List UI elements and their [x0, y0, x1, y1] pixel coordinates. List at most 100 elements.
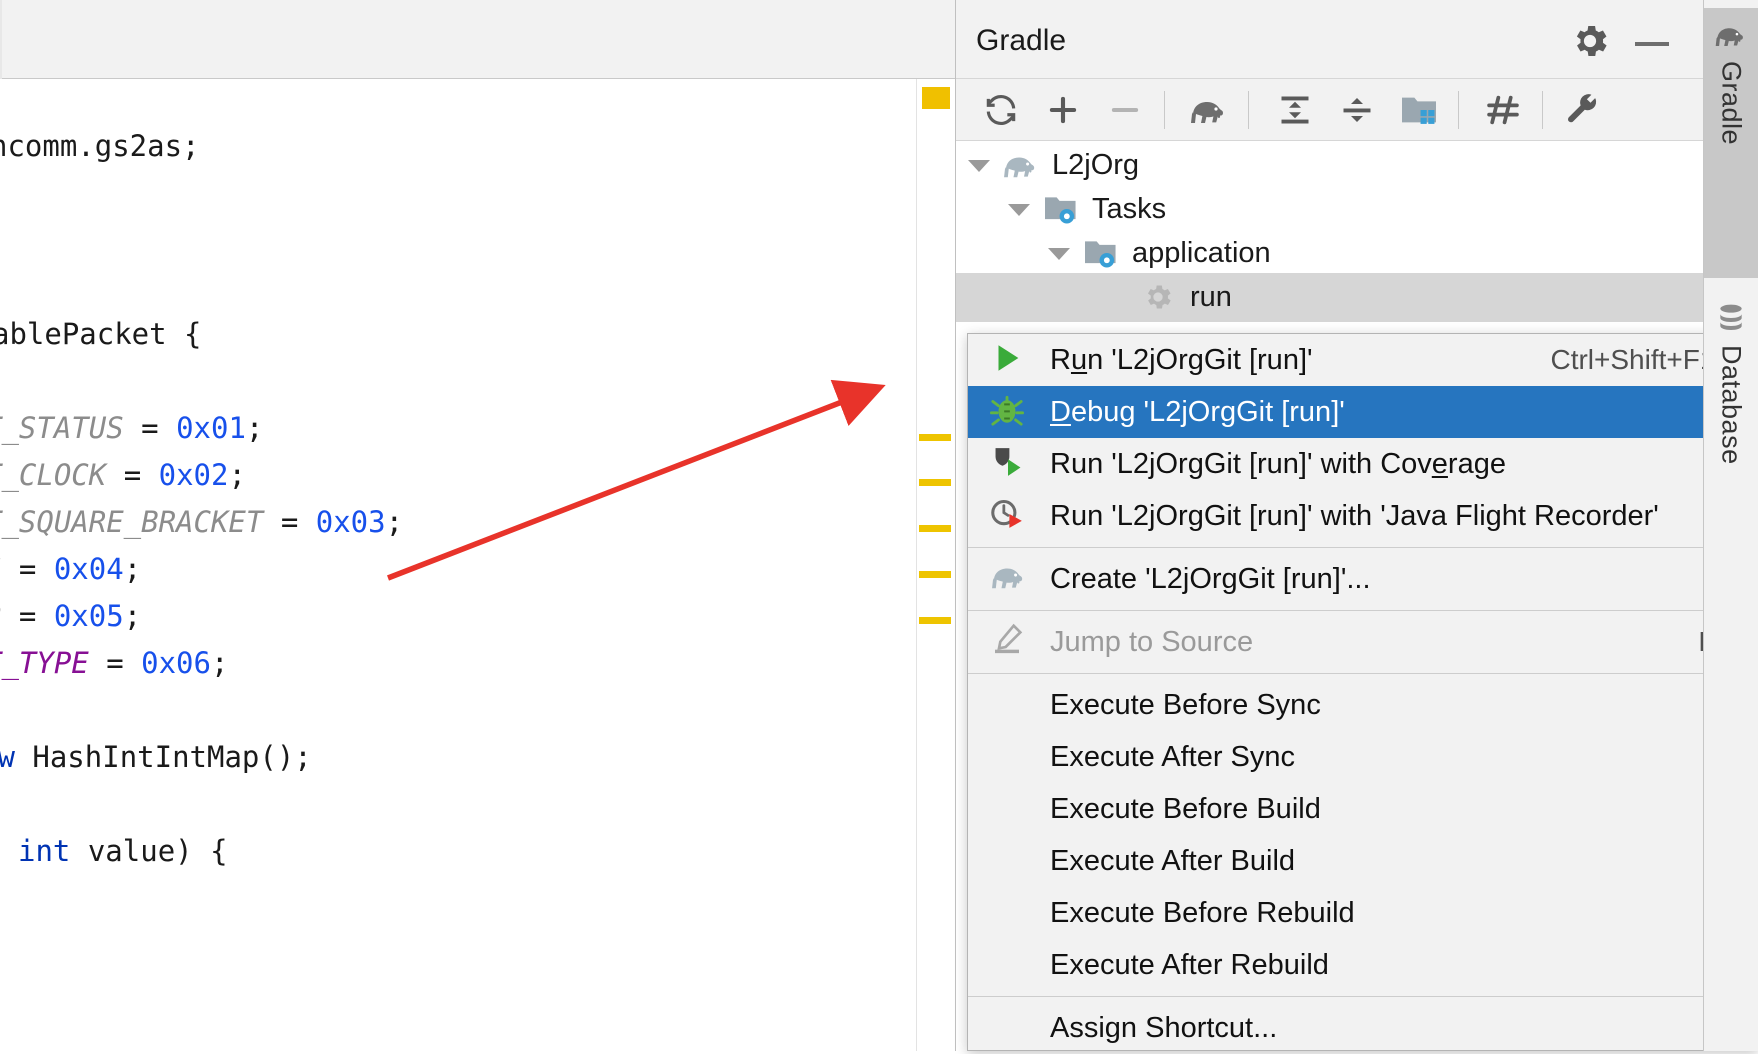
code-token: 0x04 — [53, 552, 124, 586]
menu-item-execute-after-rebuild[interactable]: Execute After Rebuild — [968, 939, 1757, 991]
elephant-icon — [1714, 8, 1748, 55]
menu-item-assign-shortcut[interactable]: Assign Shortcut... — [968, 1002, 1757, 1054]
code-text-area[interactable]: ncomm.gs2as; ablePacket {T_STATUS = 0x01;… — [0, 79, 916, 1051]
gear-task-icon — [1140, 281, 1178, 315]
code-token: ; — [123, 552, 142, 586]
menu-item-label: Execute Before Rebuild — [1050, 896, 1355, 929]
menu-item-label: Jump to Source — [1050, 625, 1254, 658]
menu-separator — [968, 610, 1757, 611]
menu-item-execute-after-build[interactable]: Execute After Build — [968, 835, 1757, 887]
code-editor-pane: ncomm.gs2as; ablePacket {T_STATUS = 0x01;… — [0, 0, 955, 1051]
chevron-down-icon[interactable] — [966, 153, 992, 179]
code-token: ; — [245, 411, 264, 445]
menu-separator — [968, 547, 1757, 548]
rail-tab-gradle[interactable]: Gradle — [1704, 8, 1758, 278]
tree-node-run[interactable]: run — [956, 273, 1703, 322]
collapse-all-icon[interactable] — [1334, 87, 1380, 133]
code-token: ; — [210, 646, 229, 680]
warning-stripe-marker[interactable] — [919, 571, 951, 578]
chevron-down-icon[interactable] — [1046, 241, 1072, 267]
flight-recorder-icon — [990, 497, 1034, 535]
folder-gear-icon — [1082, 237, 1120, 271]
editor-tab-edge — [0, 0, 2, 79]
code-token: = — [123, 458, 159, 492]
minus-icon[interactable] — [1102, 87, 1148, 133]
menu-item-label: Run 'L2jOrgGit [run]' — [1050, 343, 1313, 376]
code-token: R — [0, 599, 19, 633]
gear-icon[interactable] — [1569, 20, 1611, 62]
menu-item-run-l2jorggit-run-with-coverage[interactable]: Run 'L2jOrgGit [run]' with Coverage — [968, 438, 1757, 490]
no-icon — [990, 946, 1034, 984]
elephant-icon — [990, 560, 1034, 598]
tree-node-label: Tasks — [1092, 193, 1167, 225]
database-icon — [1715, 290, 1747, 339]
elephant-icon — [1002, 149, 1040, 183]
code-token: 0x03 — [315, 505, 386, 539]
tree-node-tasks[interactable]: Tasks — [956, 185, 1703, 234]
menu-item-execute-after-sync[interactable]: Execute After Sync — [968, 731, 1757, 783]
menu-item-label: Execute Before Sync — [1050, 688, 1321, 721]
expand-all-icon[interactable] — [1272, 87, 1318, 133]
code-token: int — [18, 834, 71, 868]
code-line: ew HashIntIntMap(); — [0, 734, 312, 781]
rail-tab-database[interactable]: Database — [1704, 290, 1758, 560]
code-token: HashIntIntMap(); — [32, 740, 312, 774]
code-token: ; — [228, 458, 246, 492]
menu-item-label: Execute After Rebuild — [1050, 948, 1329, 981]
minimize-icon[interactable] — [1631, 20, 1673, 62]
code-line: T_TYPE = 0x06; — [0, 640, 228, 687]
no-icon — [990, 894, 1034, 932]
code-token: T_TYPE — [0, 646, 89, 680]
code-token: = — [106, 646, 142, 680]
warning-stripe-marker[interactable] — [919, 479, 951, 486]
folder-grid-icon[interactable] — [1396, 87, 1442, 133]
menu-item-debug-l2jorggit-run[interactable]: Debug 'L2jOrgGit [run]' — [968, 386, 1757, 438]
code-token: = — [18, 599, 54, 633]
warning-stripe-marker[interactable] — [919, 434, 951, 441]
code-token: value) { — [70, 834, 228, 868]
tree-node-label: run — [1190, 281, 1232, 313]
menu-item-execute-before-build[interactable]: Execute Before Build — [968, 783, 1757, 835]
chevron-down-icon[interactable] — [1006, 197, 1032, 223]
elephant-icon[interactable] — [1186, 87, 1232, 133]
menu-item-execute-before-sync[interactable]: Execute Before Sync — [968, 679, 1757, 731]
menu-separator — [968, 673, 1757, 674]
tree-node-l2jorg[interactable]: L2jOrg — [956, 141, 1703, 190]
warning-stripe-marker[interactable] — [919, 617, 951, 624]
refresh-icon[interactable] — [978, 87, 1024, 133]
warning-stripe-marker[interactable] — [919, 525, 951, 532]
menu-item-label: Execute Before Build — [1050, 792, 1321, 825]
wrench-icon[interactable] — [1560, 87, 1606, 133]
gradle-title: Gradle — [976, 24, 1067, 57]
coverage-shield-icon — [990, 445, 1034, 483]
editor-marker-gutter[interactable] — [916, 79, 955, 1051]
plus-icon[interactable] — [1040, 87, 1086, 133]
menu-item-label: Debug 'L2jOrgGit [run]' — [1050, 395, 1345, 428]
toolbar-separator — [1542, 91, 1543, 129]
code-token: ncomm.gs2as; — [0, 129, 200, 163]
task-context-menu[interactable]: Run 'L2jOrgGit [run]' Ctrl+Shift+F10 Debug… — [967, 333, 1758, 1051]
gradle-toolbar — [956, 79, 1703, 141]
code-line: T_CLOCK = 0x02; — [0, 452, 246, 499]
warning-marker-square[interactable] — [922, 87, 950, 109]
tree-node-label: application — [1132, 237, 1271, 269]
menu-item-label: Execute After Sync — [1050, 740, 1296, 773]
no-icon — [990, 842, 1034, 880]
code-token: = — [141, 411, 177, 445]
rail-tab-label: Gradle — [1716, 61, 1747, 146]
offline-slash-icon[interactable] — [1480, 87, 1526, 133]
menu-item-create-l2jorggit-run[interactable]: Create 'L2jOrgGit [run]'... — [968, 553, 1757, 605]
menu-item-run-l2jorggit-run-with-java-flight-recorder[interactable]: Run 'L2jOrgGit [run]' with 'Java Flight … — [968, 490, 1757, 542]
toolbar-separator — [1248, 91, 1249, 129]
code-line: ncomm.gs2as; — [0, 123, 200, 170]
tree-node-application[interactable]: application — [956, 229, 1703, 278]
code-token: ew — [0, 740, 15, 774]
code-token: 0x05 — [53, 599, 124, 633]
code-token: S — [0, 552, 19, 586]
menu-item-execute-before-rebuild[interactable]: Execute Before Rebuild — [968, 887, 1757, 939]
gradle-tool-window-header: Gradle — [956, 0, 1703, 79]
editor-tab-strip — [0, 0, 955, 79]
menu-item-run-l2jorggit-run[interactable]: Run 'L2jOrgGit [run]' Ctrl+Shift+F10 — [968, 334, 1757, 386]
toolbar-separator — [1164, 91, 1165, 129]
pencil-edit-icon — [990, 623, 1034, 661]
